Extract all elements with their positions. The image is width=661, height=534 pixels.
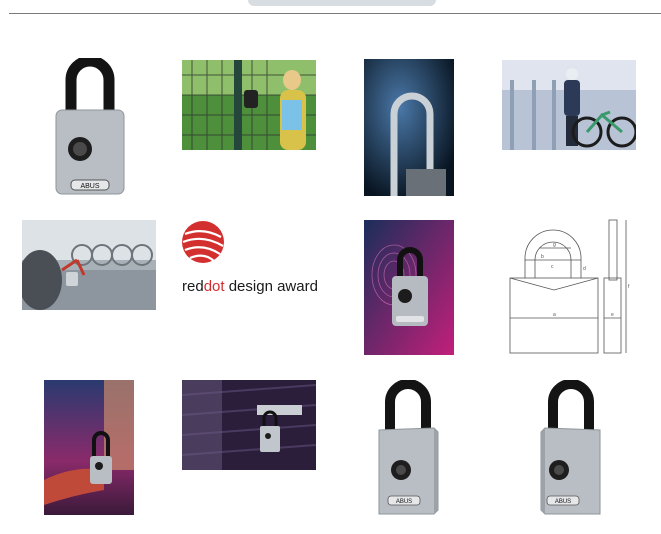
dim-label-a: a [553,312,556,318]
brand-label: ABUS [80,183,99,190]
header-divider [9,13,661,14]
dim-label-f: f [628,284,630,290]
dim-label-e: e [611,312,614,318]
reddot-award-logo [180,219,226,265]
thumbnail-woman-fence[interactable] [182,60,316,150]
thumbnail-man-bike[interactable] [502,60,636,150]
reddot-award-text: reddot design award [182,278,318,295]
thumbnail-fingerprint-pink[interactable] [364,220,454,355]
thumbnail-dimension-drawing[interactable]: a b c d e f g [503,218,635,356]
dim-label-b: b [541,254,544,260]
thumbnail-padlock-angle-right[interactable]: ABUS [535,380,605,520]
brand-label: ABUS [555,499,571,505]
dim-label-d: d [583,266,586,272]
reddot-rest: design award [224,278,318,295]
top-tab-indicator [248,0,436,6]
thumbnail-bike-rack[interactable] [22,220,156,310]
thumbnail-hasp-door[interactable] [182,380,316,470]
thumbnail-padlock-angle-left[interactable]: ABUS [374,380,444,520]
reddot-red: red [182,278,204,295]
thumbnail-shackle-closeup[interactable] [364,59,454,196]
dim-label-c: c [551,264,554,270]
brand-label: ABUS [396,499,412,505]
reddot-dot: dot [203,278,225,295]
thumbnail-hand-holding-lock[interactable] [44,380,134,515]
thumbnail-padlock-front[interactable]: ABUS [49,58,131,196]
dim-label-g: g [553,242,556,248]
